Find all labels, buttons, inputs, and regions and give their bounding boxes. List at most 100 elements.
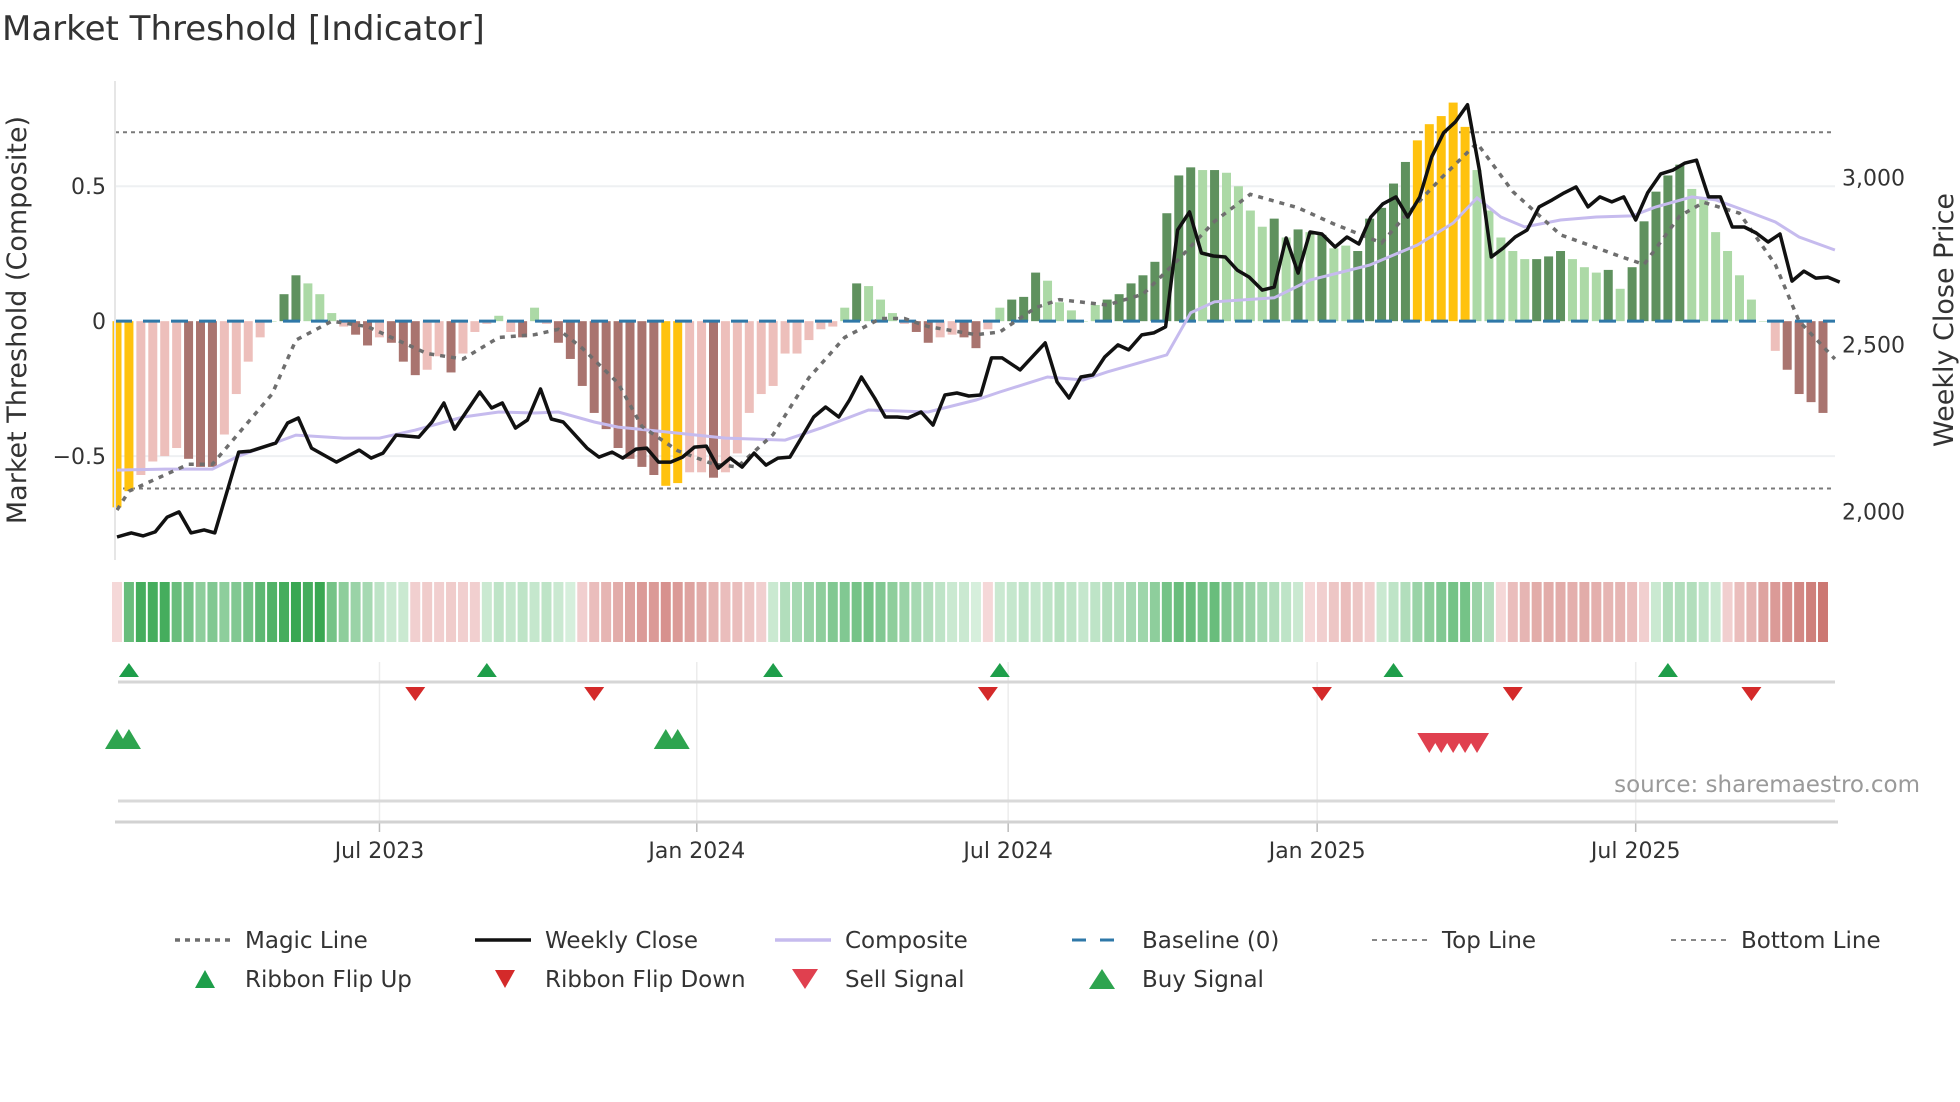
composite-bar	[1675, 164, 1685, 322]
ribbon-cell	[338, 582, 349, 642]
ribbon-flip-up-icon	[1657, 663, 1678, 677]
ribbon-cell	[207, 582, 218, 642]
y2-tick-label: 2,500	[1842, 334, 1905, 359]
ribbon-cell	[195, 582, 206, 642]
ribbon-cell	[851, 582, 862, 642]
composite-bar	[947, 321, 957, 335]
composite-bar	[1329, 248, 1339, 322]
ribbon-flip-down-icon	[405, 687, 426, 701]
composite-bar	[1520, 259, 1530, 322]
composite-bar	[184, 321, 194, 459]
composite-bar	[577, 321, 587, 386]
composite-bar	[1138, 275, 1148, 322]
composite-bar	[1591, 272, 1601, 322]
ribbon-cell	[1281, 582, 1292, 642]
ribbon-cell	[326, 582, 337, 642]
composite-bar	[363, 321, 373, 346]
ribbon-flip-up-icon	[989, 663, 1010, 677]
ribbon-flip-up-icon	[763, 663, 784, 677]
ribbon-cell	[171, 582, 182, 642]
ribbon-cell	[243, 582, 254, 642]
ribbon-flip-up-icon	[476, 663, 497, 677]
composite-bar	[1054, 302, 1064, 322]
composite-bar	[601, 321, 611, 430]
legend: Magic Line Weekly Close Composite Baseline …	[175, 928, 1881, 993]
ribbon-cell	[994, 582, 1005, 642]
ribbon-cell	[1531, 582, 1542, 642]
composite-bar	[422, 321, 432, 370]
composite-bar	[386, 321, 396, 343]
legend-sell-icon	[792, 969, 818, 989]
ribbon-cell	[732, 582, 743, 642]
composite-bar	[852, 283, 862, 322]
ribbon-cell	[1650, 582, 1661, 642]
composite-bar	[458, 321, 468, 354]
x-tick-label: Jan 2025	[1267, 839, 1366, 864]
ribbon-cell	[350, 582, 361, 642]
composite-bar	[1377, 207, 1387, 322]
x-tick-label: Jul 2025	[1589, 839, 1681, 864]
ribbon-cell	[255, 582, 266, 642]
ribbon-cell	[1054, 582, 1065, 642]
ribbon-cell	[1245, 582, 1256, 642]
ribbon-cell	[135, 582, 146, 642]
composite-bars	[112, 102, 1828, 508]
signal-markers	[105, 663, 1762, 753]
ribbon-cell	[410, 582, 421, 642]
ribbon-cell	[1412, 582, 1423, 642]
ribbon-cell	[1185, 582, 1196, 642]
composite-bar	[255, 321, 265, 338]
composite-bar	[470, 321, 480, 332]
composite-bar	[756, 321, 766, 395]
composite-bar	[613, 321, 623, 449]
composite-bar	[1556, 251, 1566, 322]
ribbon-cell	[601, 582, 612, 642]
ribbon-cell	[1686, 582, 1697, 642]
legend-flip-up-icon	[195, 970, 215, 988]
ribbon-cell	[1352, 582, 1363, 642]
ribbon-cell	[744, 582, 755, 642]
ribbon-cell	[1543, 582, 1554, 642]
ribbon-cell	[947, 582, 958, 642]
ribbon-cell	[1137, 582, 1148, 642]
composite-bar	[744, 321, 754, 413]
composite-bar	[231, 321, 241, 395]
ribbon-cell	[1257, 582, 1268, 642]
ribbon-cell	[565, 582, 576, 642]
composite-bar	[172, 321, 182, 449]
ribbon-cell	[1639, 582, 1650, 642]
ribbon-cell	[1472, 582, 1483, 642]
composite-bar	[959, 321, 969, 338]
ribbon-cell	[792, 582, 803, 642]
ribbon-cell	[469, 582, 480, 642]
ribbon-cell	[147, 582, 158, 642]
composite-bar	[1090, 304, 1100, 322]
legend-label: Sell Signal	[845, 967, 965, 993]
ribbon-cell	[481, 582, 492, 642]
ribbon-cell	[768, 582, 779, 642]
legend-label: Ribbon Flip Down	[545, 967, 746, 993]
composite-bar	[148, 321, 158, 462]
composite-bar	[625, 321, 635, 459]
composite-bar	[1663, 175, 1673, 322]
ribbon-cell	[231, 582, 242, 642]
ribbon-cell	[1674, 582, 1685, 642]
ribbon-cell	[1328, 582, 1339, 642]
ribbon-cell	[290, 582, 301, 642]
ribbon-cell	[1149, 582, 1160, 642]
composite-bar	[446, 321, 456, 373]
legend-label: Ribbon Flip Up	[245, 967, 412, 993]
ribbon-cell	[923, 582, 934, 642]
ribbon-cell	[1424, 582, 1435, 642]
y-tick-label: 0.5	[71, 175, 106, 200]
ribbon-cell	[1746, 582, 1757, 642]
ribbon-cell	[1006, 582, 1017, 642]
ribbon-cell	[1233, 582, 1244, 642]
ribbon-cell	[899, 582, 910, 642]
legend-label: Magic Line	[245, 928, 368, 954]
ribbon-cell	[756, 582, 767, 642]
ribbon-cell	[183, 582, 194, 642]
ribbon-cell	[1483, 582, 1494, 642]
y-axis-title: Market Threshold (Composite)	[2, 116, 33, 524]
ribbon-cell	[1579, 582, 1590, 642]
